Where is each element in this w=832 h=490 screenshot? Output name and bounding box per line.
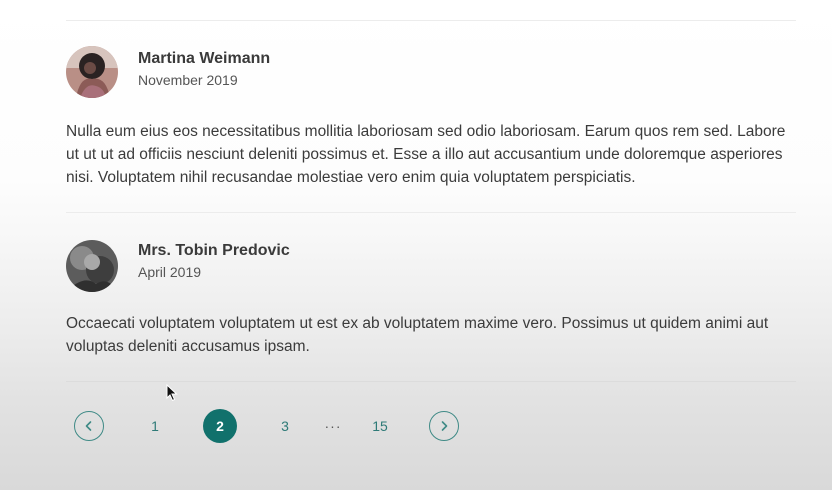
avatar xyxy=(66,46,118,98)
pagination: 1 2 3 ··· 15 xyxy=(0,409,832,443)
review-author: Mrs. Tobin Predovic xyxy=(138,242,290,259)
next-page-button[interactable] xyxy=(429,411,459,441)
prev-page-button[interactable] xyxy=(74,411,104,441)
review-text: Nulla eum eius eos necessitatibus mollit… xyxy=(66,123,786,186)
review-text: Occaecati voluptatem voluptatem ut est e… xyxy=(66,315,769,355)
divider xyxy=(66,212,796,213)
divider xyxy=(66,381,796,382)
page-button-1[interactable]: 1 xyxy=(142,409,168,443)
avatar xyxy=(66,240,118,292)
review-item: Mrs. Tobin Predovic April 2019 Occaecati… xyxy=(66,240,806,370)
page-button-15[interactable]: 15 xyxy=(366,409,394,443)
page-button-3[interactable]: 3 xyxy=(272,409,298,443)
review-author: Martina Weimann xyxy=(138,50,271,67)
chevron-left-icon xyxy=(85,421,92,431)
review-item: Martina Weimann November 2019 Nulla eum … xyxy=(66,46,806,196)
page-button-current[interactable]: 2 xyxy=(203,409,237,443)
divider-top xyxy=(66,20,796,21)
mouse-cursor-icon xyxy=(166,384,178,402)
review-date: November 2019 xyxy=(138,72,238,88)
pagination-ellipsis: ··· xyxy=(324,418,342,434)
review-date: April 2019 xyxy=(138,264,202,280)
chevron-right-icon xyxy=(441,421,448,431)
